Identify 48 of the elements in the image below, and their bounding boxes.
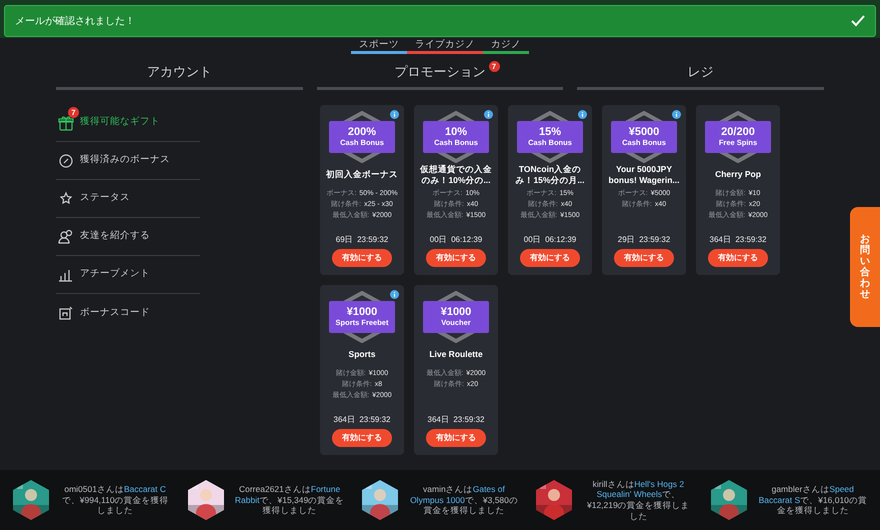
countdown-timer: 364日 23:59:32 — [428, 414, 484, 426]
activate-button[interactable]: 有効にする — [426, 429, 486, 447]
coupon-icon — [58, 305, 74, 321]
star-icon — [58, 190, 74, 206]
sub-tab[interactable]: ライブカジノ — [407, 38, 483, 54]
win-message: Correa2621さんはFortune Rabbitで、¥15,349の賞金を獲得しました — [234, 484, 345, 516]
people-icon — [58, 228, 74, 244]
card-title: Live Roulette — [429, 348, 483, 362]
info-icon[interactable] — [484, 110, 493, 119]
win-message: vaminさんはGates of Olympus 1000で、¥3,580の賞金を獲得しました — [409, 484, 519, 516]
countdown-timer: 29日 23:59:32 — [618, 234, 670, 246]
card-title: 仮想通貨での入金のみ！10%分の... — [419, 164, 493, 186]
activate-button[interactable]: 有効にする — [426, 249, 486, 267]
info-icon[interactable] — [578, 110, 587, 119]
card-title: TONcoin入金のみ！15%分の月... — [514, 164, 586, 186]
countdown-timer: 00日 06:12:39 — [524, 234, 576, 246]
gift-icon — [58, 114, 74, 130]
win-message: kirillさんはHell's Hogs 2 Squealin' Wheelsで、¥12,219の賞金を獲得しました — [586, 478, 691, 522]
sidebar-item[interactable]: 友達を紹介する — [56, 218, 200, 256]
win-message: gamblerさんはSpeed Baccarat Sで、¥16,010の賞金を獲得しました — [758, 484, 868, 516]
sub-tab[interactable]: カジノ — [483, 38, 529, 54]
sub-tab[interactable]: スポーツ — [351, 38, 407, 54]
activate-button[interactable]: 有効にする — [614, 249, 674, 267]
card-title: 初回入金ボーナス — [326, 168, 398, 182]
check-icon[interactable] — [851, 15, 865, 27]
activate-button[interactable]: 有効にする — [520, 249, 580, 267]
notification-message: メールが確認されました！ — [15, 14, 135, 28]
card-title: Cherry Pop — [715, 168, 761, 182]
section-tab[interactable]: レジ — [577, 60, 824, 90]
badge-icon — [58, 152, 74, 168]
info-icon[interactable] — [390, 110, 399, 119]
info-icon[interactable] — [390, 290, 399, 299]
countdown-timer: 364日 23:59:32 — [334, 414, 390, 426]
activate-button[interactable]: 有効にする — [332, 249, 392, 267]
countdown-timer: 69日 23:59:32 — [336, 234, 388, 246]
sidebar-item[interactable]: 獲得済みのボーナス — [56, 142, 200, 180]
info-icon[interactable] — [672, 110, 681, 119]
sidebar-item[interactable]: ステータス — [56, 180, 200, 218]
section-tab[interactable]: アカウント — [56, 60, 303, 90]
countdown-timer: 00日 06:12:39 — [430, 234, 482, 246]
card-title: Your 5000JPY bonus! Wagerin... — [608, 164, 680, 186]
countdown-timer: 364日 23:59:32 — [710, 234, 766, 246]
activate-button[interactable]: 有効にする — [332, 429, 392, 447]
win-message: omi0501さんはBaccarat C で、¥994,110の賞金を獲得しました — [60, 484, 170, 516]
sidebar-item[interactable]: ボーナスコード — [56, 294, 200, 332]
activate-button[interactable]: 有効にする — [708, 249, 768, 267]
sidebar-item[interactable]: アチーブメント — [56, 256, 200, 294]
card-title: Sports — [348, 348, 376, 362]
